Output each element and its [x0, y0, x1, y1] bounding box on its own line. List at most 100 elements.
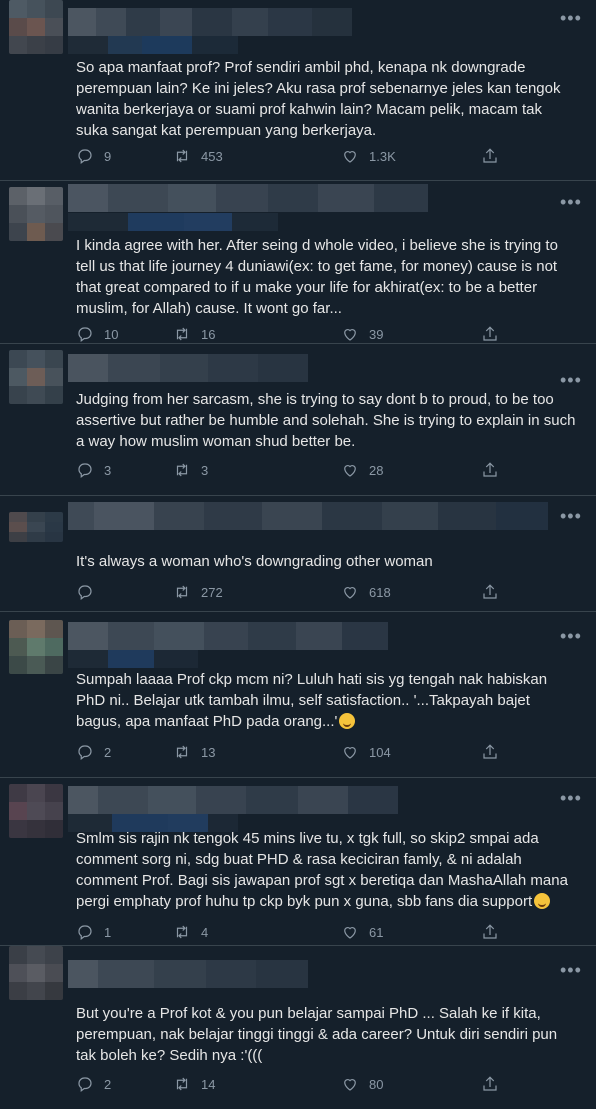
tweet-text: So apa manfaat prof? Prof sendiri ambil …: [76, 59, 565, 139]
reply-button[interactable]: 1: [76, 922, 111, 942]
tweet-text: Smlm sis rajin nk tengok 45 mins live tu…: [76, 828, 576, 912]
retweet-icon: [176, 585, 188, 599]
retweet-button[interactable]: 16: [173, 324, 215, 344]
like-button[interactable]: 1.3K: [341, 146, 396, 166]
author-name-pixelated[interactable]: [68, 786, 398, 814]
retweet-icon: [176, 745, 188, 759]
author-name-pixelated[interactable]: [68, 354, 308, 382]
tweet-actions: 10 16 39: [76, 324, 506, 344]
author-name-pixelated[interactable]: [68, 8, 398, 36]
retweet-button[interactable]: 453: [173, 146, 223, 166]
like-button[interactable]: 61: [341, 922, 383, 942]
tweet[interactable]: ••• I kinda agree with her. After seing …: [0, 181, 596, 344]
tweet-text: Sumpah laaaa Prof ckp mcm ni? Luluh hati…: [76, 669, 576, 732]
more-options-icon[interactable]: •••: [560, 371, 581, 389]
like-count: 618: [369, 584, 391, 600]
share-icon: [483, 744, 497, 759]
more-options-icon[interactable]: •••: [560, 961, 581, 979]
author-handle-pixelated[interactable]: [68, 650, 198, 668]
avatar[interactable]: [9, 784, 63, 838]
like-button[interactable]: 618: [341, 582, 391, 602]
author-handle-pixelated[interactable]: [68, 213, 278, 231]
avatar[interactable]: [9, 187, 63, 241]
reply-count: 2: [104, 744, 112, 760]
share-button[interactable]: [481, 582, 499, 602]
reply-icon: [78, 463, 92, 478]
share-icon: [483, 148, 497, 163]
avatar[interactable]: [9, 350, 63, 404]
heart-icon: [344, 465, 356, 477]
avatar[interactable]: [9, 620, 63, 674]
reply-icon: [78, 1077, 92, 1092]
retweet-count: 13: [201, 744, 216, 760]
author-handle-pixelated[interactable]: [68, 36, 238, 54]
retweet-button[interactable]: 14: [173, 1074, 215, 1094]
reply-button[interactable]: 3: [76, 460, 111, 480]
like-button[interactable]: 28: [341, 460, 383, 480]
share-button[interactable]: [481, 742, 499, 762]
reply-button[interactable]: [76, 582, 104, 602]
retweet-button[interactable]: 3: [173, 460, 208, 480]
more-options-icon[interactable]: •••: [560, 193, 581, 211]
heart-icon: [344, 747, 356, 759]
more-options-icon[interactable]: •••: [560, 627, 581, 645]
share-button[interactable]: [481, 922, 499, 942]
like-count: 61: [369, 924, 384, 940]
retweet-icon: [176, 149, 188, 163]
reply-count: 1: [104, 924, 112, 940]
retweet-button[interactable]: 13: [173, 742, 215, 762]
retweet-button[interactable]: 4: [173, 922, 208, 942]
author-name-pixelated[interactable]: [68, 184, 428, 212]
share-icon: [483, 924, 497, 939]
avatar[interactable]: [9, 512, 63, 542]
tweet-text: Judging from her sarcasm, she is trying …: [76, 391, 580, 450]
share-button[interactable]: [481, 146, 499, 166]
avatar[interactable]: [9, 946, 63, 1000]
tweet-feed: ••• So apa manfaat prof? Prof sendiri am…: [0, 0, 596, 1109]
tweet-text-content: Sumpah laaaa Prof ckp mcm ni? Luluh hati…: [76, 671, 552, 730]
author-name-pixelated[interactable]: [68, 502, 548, 530]
author-name-pixelated[interactable]: [68, 622, 388, 650]
like-button[interactable]: 104: [341, 742, 391, 762]
retweet-count: 14: [201, 1076, 216, 1092]
like-button[interactable]: 39: [341, 324, 383, 344]
like-button[interactable]: 80: [341, 1074, 383, 1094]
reply-icon: [78, 745, 92, 760]
tweet-text: I kinda agree with her. After seing d wh…: [76, 237, 563, 317]
share-button[interactable]: [481, 460, 499, 480]
retweet-icon: [176, 327, 188, 341]
retweet-icon: [176, 1077, 188, 1091]
reply-button[interactable]: 10: [76, 324, 118, 344]
share-button[interactable]: [481, 324, 499, 344]
reply-count: 10: [104, 326, 119, 342]
retweet-count: 16: [201, 326, 216, 342]
tweet[interactable]: ••• But you're a Prof kot & you pun bela…: [0, 946, 596, 1109]
reply-count: 3: [104, 462, 112, 478]
avatar[interactable]: [9, 0, 63, 54]
reply-button[interactable]: 2: [76, 1074, 111, 1094]
reply-button[interactable]: 2: [76, 742, 111, 762]
more-options-icon[interactable]: •••: [560, 789, 581, 807]
tweet[interactable]: ••• So apa manfaat prof? Prof sendiri am…: [0, 0, 596, 181]
reply-icon: [78, 925, 92, 940]
retweet-count: 3: [201, 462, 209, 478]
heart-icon: [344, 151, 356, 163]
share-icon: [483, 462, 497, 477]
reply-button[interactable]: 9: [76, 146, 111, 166]
tweet-actions: 2 13 104: [76, 742, 506, 762]
tweet[interactable]: ••• Smlm sis rajin nk tengok 45 mins liv…: [0, 778, 596, 946]
tweet[interactable]: ••• Judging from her sarcasm, she is try…: [0, 344, 596, 496]
reply-count: 2: [104, 1076, 112, 1092]
like-count: 28: [369, 462, 384, 478]
more-options-icon[interactable]: •••: [560, 9, 581, 27]
grinning-face-emoji: [534, 893, 551, 909]
share-button[interactable]: [481, 1074, 499, 1094]
reply-count: 9: [104, 148, 112, 164]
share-icon: [483, 1076, 497, 1091]
more-options-icon[interactable]: •••: [560, 507, 581, 525]
author-name-pixelated[interactable]: [68, 960, 308, 988]
like-count: 104: [369, 744, 391, 760]
tweet[interactable]: ••• Sumpah laaaa Prof ckp mcm ni? Luluh …: [0, 612, 596, 778]
retweet-button[interactable]: 272: [173, 582, 223, 602]
tweet[interactable]: ••• It's always a woman who's downgradin…: [0, 496, 596, 612]
